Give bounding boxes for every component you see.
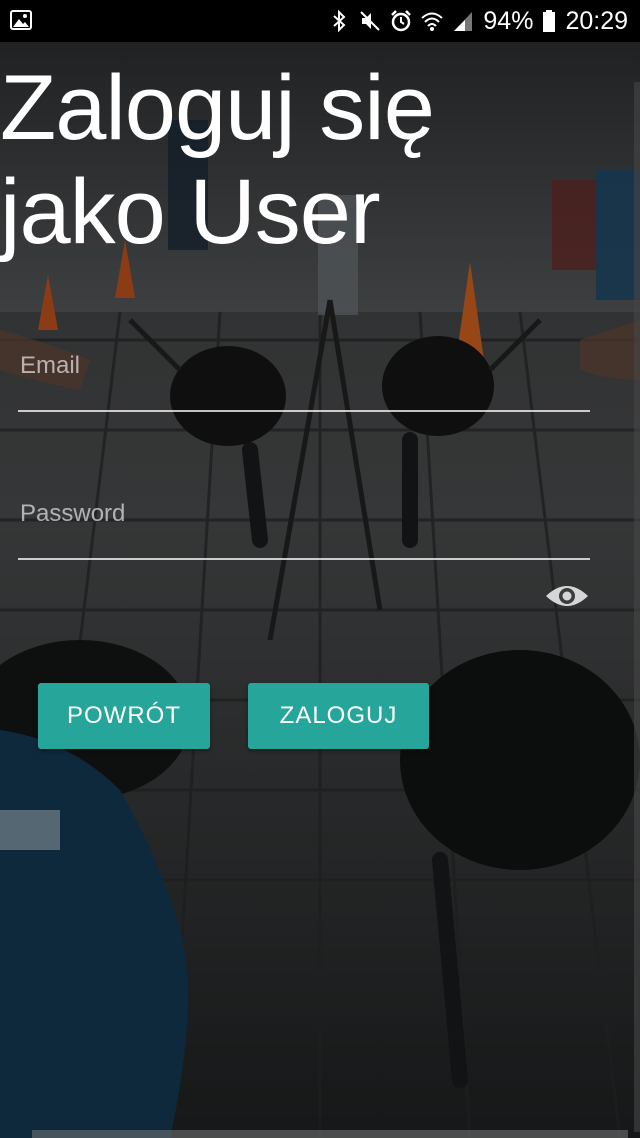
back-button[interactable]: POWRÓT [38, 683, 210, 749]
login-screen: 94% 20:29 Zaloguj się jako User Email Pa… [0, 0, 640, 1138]
battery-percent: 94% [483, 6, 534, 35]
login-button[interactable]: ZALOGUJ [248, 683, 429, 749]
clock: 20:29 [565, 6, 628, 35]
bluetooth-icon [333, 9, 346, 33]
title-line-1: Zaloguj się [0, 57, 435, 159]
battery-icon [543, 10, 556, 32]
eye-icon[interactable] [544, 580, 590, 612]
email-underline [18, 410, 590, 412]
mute-icon [360, 11, 381, 31]
password-field[interactable]: Password [18, 500, 594, 562]
wifi-icon [421, 12, 444, 31]
image-icon [10, 10, 32, 30]
email-field[interactable]: Email [18, 352, 594, 414]
side-edge [634, 82, 640, 1132]
signal-icon [454, 12, 473, 31]
page-title: Zaloguj się jako User [0, 56, 620, 264]
bottom-scroll-indicator [32, 1130, 628, 1138]
alarm-icon [391, 10, 412, 32]
email-placeholder: Email [20, 352, 81, 379]
password-underline [18, 558, 590, 560]
password-placeholder: Password [20, 500, 126, 527]
title-line-2: jako User [0, 161, 381, 263]
status-bar: 94% 20:29 [0, 0, 640, 42]
email-input[interactable] [18, 352, 594, 414]
